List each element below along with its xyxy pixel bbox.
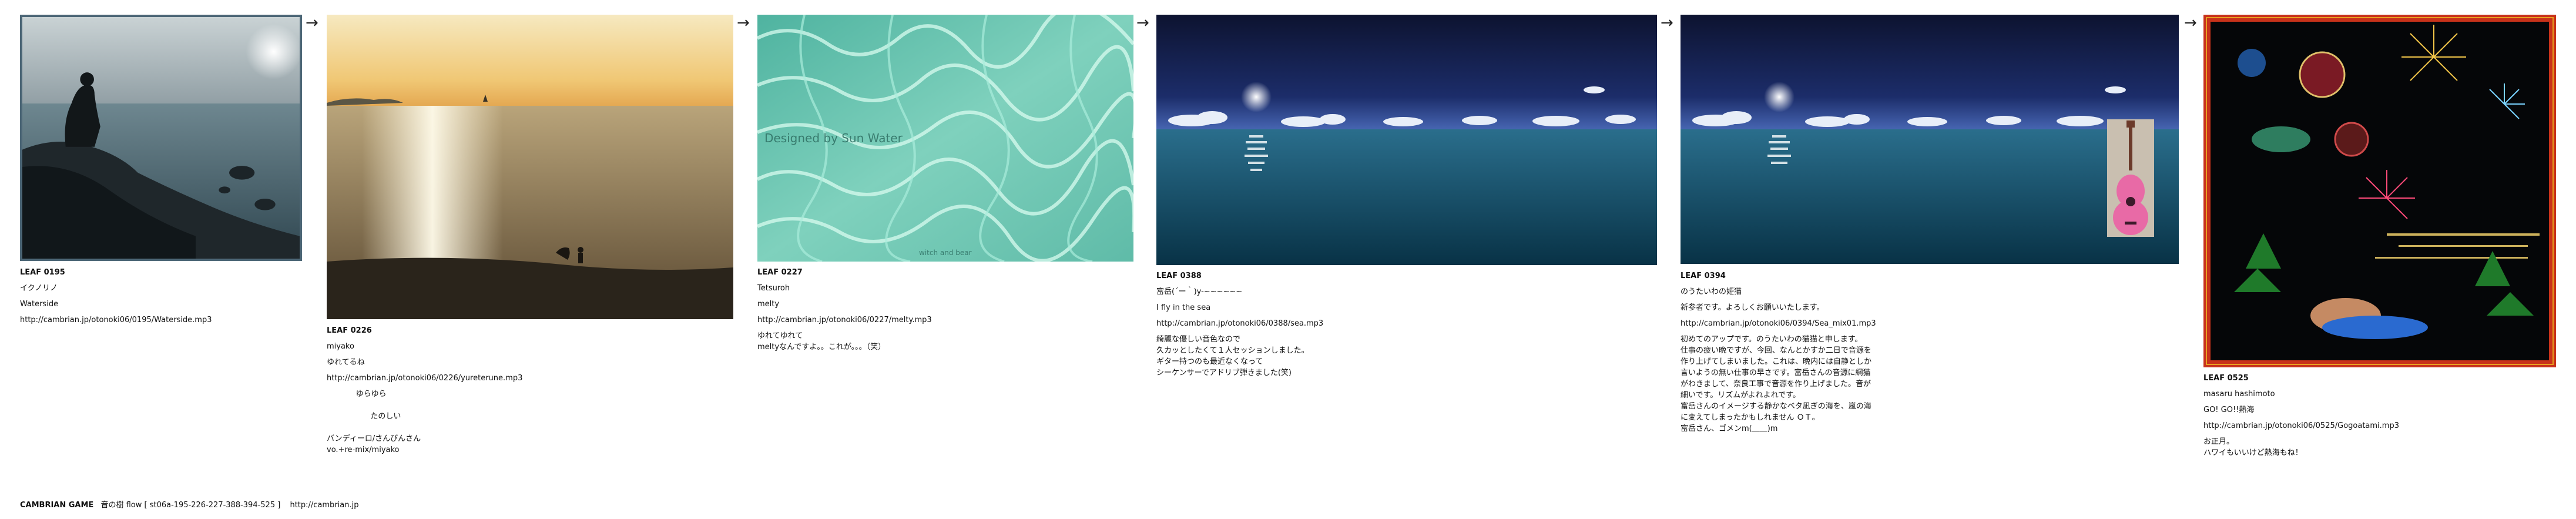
leaf-mp3-link[interactable]: http://cambrian.jp/otonoki06/0388/sea.mp… [1156,316,1323,332]
leaf-mp3-link[interactable]: http://cambrian.jp/otonoki06/0226/yurete… [327,370,522,386]
leaf-song-title: I fly in the sea [1156,303,1211,312]
right-arrow-icon: → [2184,14,2197,32]
footer-flow: 音の樹 flow [ st06a-195-226-227-388-394-525… [100,501,281,510]
leaf-song-title: GO! GO!!熱海 [2203,406,2255,414]
footer-brand: CAMBRIAN GAME [20,501,94,510]
leaf-mp3-link[interactable]: http://cambrian.jp/otonoki06/0195/Waters… [20,312,212,328]
leaf-song-title: 新参者です。よろしくお願いいたします。 [1681,303,1824,312]
night-sea-image [1156,15,1657,265]
leaf-song-title: ゆれてるね [327,358,365,367]
leaf-0226-info: LEAF 0226 miyako ゆれてるね http://cambrian.j… [327,323,522,456]
seaside-rock-image [22,17,300,259]
leaf-id: LEAF 0394 [1681,272,1726,280]
leaf-comment: ゆれてゆれて meltyなんですよ。。これが。。。（笑） [757,332,886,351]
leaf-author: Tetsuroh [757,284,790,293]
leaf-mp3-link[interactable]: http://cambrian.jp/otonoki06/0525/Gogoat… [2203,418,2399,434]
leaf-id: LEAF 0195 [20,268,65,277]
leaf-0227-info: LEAF 0227 Tetsuroh melty http://cambrian… [757,264,932,353]
leaf-comment: 初めてのアップです。のうたいわの猫猫と申します。 仕事の疲い晩ですが、今回、なん… [1681,335,1872,433]
leaf-0195-info: LEAF 0195 イクノリノ Waterside http://cambria… [20,264,212,328]
leaf-id: LEAF 0525 [2203,374,2249,383]
leaf-0388-info: LEAF 0388 富岳(´ー｀)y-~~~~~~ I fly in the s… [1156,268,1323,379]
night-sea-guitar-image [1681,15,2179,264]
leaf-song-title: Waterside [20,300,59,309]
leaf-mp3-link[interactable]: http://cambrian.jp/otonoki06/0394/Sea_mi… [1681,316,1876,332]
leaf-mp3-link[interactable]: http://cambrian.jp/otonoki06/0227/melty.… [757,312,932,328]
right-arrow-icon: → [306,14,318,32]
right-arrow-icon: → [737,14,750,32]
leaf-comment: ゆらゆら たのしい バンディーロ/さんびんさん vo.+re-mix/miyak… [327,390,421,454]
leaf-author: のうたいわの姫猫 [1681,287,1742,296]
leaf-comment: 綺麗な優しい音色なので 久カッとしたくて１人セッションしました。 ギター持つのも… [1156,335,1309,377]
leaf-comment: お正月。 ハワイもいいけど熱海もね！ [2203,437,2303,457]
leaf-song-title: melty [757,300,780,309]
leaf-author: 富岳(´ー｀)y-~~~~~~ [1156,287,1243,296]
leaf-id: LEAF 0388 [1156,272,1202,280]
leaf-0394-photo[interactable] [1681,15,2179,264]
leaf-0388-photo[interactable] [1156,15,1657,265]
sunset-beach-image [327,15,733,319]
fireworks-collage-image [2211,22,2549,360]
leaf-0226-photo[interactable] [327,15,733,319]
page-footer: CAMBRIAN GAME 音の樹 flow [ st06a-195-226-2… [20,498,358,510]
right-arrow-icon: → [1136,14,1149,32]
leaf-0195-photo[interactable] [20,15,302,261]
leaf-id: LEAF 0227 [757,268,803,277]
leaf-0227-photo[interactable]: Designed by Sun Water witch and bear [757,15,1133,262]
right-arrow-icon: → [1661,14,1673,32]
leaf-id: LEAF 0226 [327,326,372,335]
leaf-author: miyako [327,342,354,351]
leaf-author: masaru hashimoto [2203,390,2275,399]
leaf-0525-photo[interactable] [2203,15,2556,367]
leaf-0525-info: LEAF 0525 masaru hashimoto GO! GO!!熱海 ht… [2203,370,2399,458]
leaf-author: イクノリノ [20,284,58,293]
leaf-0394-info: LEAF 0394 のうたいわの姫猫 新参者です。よろしくお願いいたします。 h… [1681,268,1876,434]
photo-caption: witch and bear [919,249,972,257]
photo-watermark: Designed by Sun Water [764,131,903,145]
footer-home-link[interactable]: http://cambrian.jp [290,501,358,510]
